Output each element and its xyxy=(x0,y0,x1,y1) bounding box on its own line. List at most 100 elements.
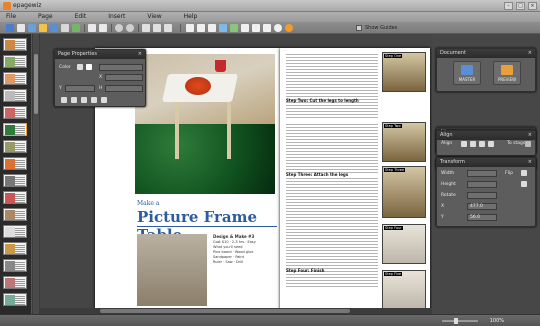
step-photo[interactable]: Step Two xyxy=(382,122,426,162)
page-thumbnail[interactable] xyxy=(3,242,27,255)
preview-button[interactable]: PREVIEW xyxy=(493,61,521,85)
step-photo[interactable]: Step Four xyxy=(382,224,426,264)
layer-down-icon[interactable] xyxy=(101,97,107,103)
align-left-icon[interactable] xyxy=(61,97,67,103)
open-icon[interactable] xyxy=(28,24,36,32)
panel-close-icon[interactable]: × xyxy=(528,50,532,57)
y-field[interactable]: 56.0 xyxy=(467,214,497,221)
master-icon xyxy=(461,65,473,75)
image-tool-icon[interactable] xyxy=(230,24,238,32)
menu-file[interactable]: File xyxy=(6,12,26,22)
menu-insert[interactable]: Insert xyxy=(108,12,135,22)
menu-help[interactable]: Help xyxy=(184,12,208,22)
new-document-icon[interactable] xyxy=(17,24,25,32)
show-guides-checkbox[interactable] xyxy=(356,25,362,31)
maximize-button[interactable]: □ xyxy=(516,2,525,10)
menu-view[interactable]: View xyxy=(147,12,171,22)
page-thumbnail[interactable] xyxy=(3,72,27,85)
x-field[interactable] xyxy=(105,74,143,81)
pan-tool-icon[interactable] xyxy=(208,24,216,32)
align-right-icon[interactable] xyxy=(81,97,87,103)
thumbnails-scrollbar[interactable] xyxy=(33,34,39,314)
step-photo[interactable]: Step One xyxy=(382,52,426,92)
layer-up-icon[interactable] xyxy=(91,97,97,103)
copy-icon[interactable] xyxy=(99,24,107,32)
page-properties-title: Page Properties xyxy=(58,51,97,57)
menu-edit[interactable]: Edit xyxy=(75,12,97,22)
page-view-icon[interactable] xyxy=(142,24,150,32)
panel-close-icon[interactable]: × xyxy=(528,132,532,139)
page-thumbnail[interactable] xyxy=(3,55,27,68)
minimize-button[interactable]: – xyxy=(504,2,513,10)
page-thumbnail[interactable] xyxy=(3,174,27,187)
flip-vertical-icon[interactable] xyxy=(521,181,527,187)
save-icon[interactable] xyxy=(39,24,47,32)
page-thumbnail-selected[interactable] xyxy=(3,123,27,136)
print-icon[interactable] xyxy=(61,24,69,32)
page-thumbnail[interactable] xyxy=(3,157,27,170)
page-thumbnail[interactable] xyxy=(3,106,27,119)
x-field[interactable]: 477.0 xyxy=(467,203,497,210)
white-swatch-icon[interactable] xyxy=(86,64,92,70)
menu-page[interactable]: Page xyxy=(38,12,63,22)
zoom-tool-icon[interactable] xyxy=(263,24,271,32)
flip-horizontal-icon[interactable] xyxy=(521,170,527,176)
height-field[interactable] xyxy=(467,181,497,188)
rotate-field[interactable] xyxy=(467,192,497,199)
cut-icon[interactable] xyxy=(88,24,96,32)
select-tool-icon[interactable] xyxy=(186,24,194,32)
step-caption: Step One xyxy=(384,54,403,58)
zoom-slider[interactable] xyxy=(442,320,478,322)
align-right-icon[interactable] xyxy=(479,141,485,147)
width-field[interactable] xyxy=(467,170,497,177)
grid-view-icon[interactable] xyxy=(164,24,172,32)
page-thumbnail[interactable] xyxy=(3,38,27,51)
panel-close-icon[interactable]: × xyxy=(528,159,532,166)
table-photo[interactable] xyxy=(135,54,275,194)
align-top-icon[interactable] xyxy=(488,141,494,147)
page-thumbnail[interactable] xyxy=(3,276,27,289)
step-photo[interactable]: Step Five xyxy=(382,270,426,310)
redo-icon[interactable] xyxy=(126,24,134,32)
sawing-photo[interactable] xyxy=(137,234,207,306)
align-center-icon[interactable] xyxy=(71,97,77,103)
align-hcenter-icon[interactable] xyxy=(470,141,476,147)
publish-icon[interactable] xyxy=(72,24,80,32)
close-button[interactable]: × xyxy=(528,2,537,10)
ellipse-tool-icon[interactable] xyxy=(274,24,282,32)
h-field[interactable] xyxy=(105,85,143,92)
step-photo[interactable]: Step Three xyxy=(382,166,426,218)
align-panel-title-2: Align xyxy=(440,132,453,138)
page-thumbnail[interactable] xyxy=(3,191,27,204)
body-text-column[interactable] xyxy=(286,54,378,120)
line-tool-icon[interactable] xyxy=(252,24,260,32)
page-thumbnail[interactable] xyxy=(3,208,27,221)
y-label: Y xyxy=(441,215,444,220)
export-icon[interactable] xyxy=(50,24,58,32)
right-page[interactable]: Step Two: Cut the legs to length Step Th… xyxy=(280,48,430,314)
spread-view-icon[interactable] xyxy=(153,24,161,32)
new-page-icon[interactable] xyxy=(6,24,14,32)
page-thumbnail[interactable] xyxy=(3,225,27,238)
y-field[interactable] xyxy=(65,85,95,92)
color-picker-icon[interactable] xyxy=(285,24,293,32)
page-thumbnail[interactable] xyxy=(3,293,27,306)
to-stage-icon[interactable] xyxy=(525,141,531,147)
color-swatch-icon[interactable] xyxy=(77,64,83,70)
align-label-2: Align xyxy=(441,141,453,146)
align-left-icon[interactable] xyxy=(461,141,467,147)
transform-panel-title: Transform xyxy=(440,159,465,165)
body-text-column[interactable] xyxy=(286,124,378,174)
direct-select-icon[interactable] xyxy=(197,24,205,32)
zoom-slider-knob[interactable] xyxy=(454,318,458,324)
page-thumbnail[interactable] xyxy=(3,259,27,272)
panel-close-icon[interactable]: × xyxy=(138,51,142,58)
master-button[interactable]: MASTER xyxy=(453,61,481,85)
undo-icon[interactable] xyxy=(115,24,123,32)
color-field[interactable] xyxy=(99,64,143,71)
shape-tool-icon[interactable] xyxy=(241,24,249,32)
page-thumbnail[interactable] xyxy=(3,89,27,102)
page-thumbnail[interactable] xyxy=(3,140,27,153)
step-heading: Step Four: Finish xyxy=(286,268,325,273)
text-tool-icon[interactable] xyxy=(219,24,227,32)
